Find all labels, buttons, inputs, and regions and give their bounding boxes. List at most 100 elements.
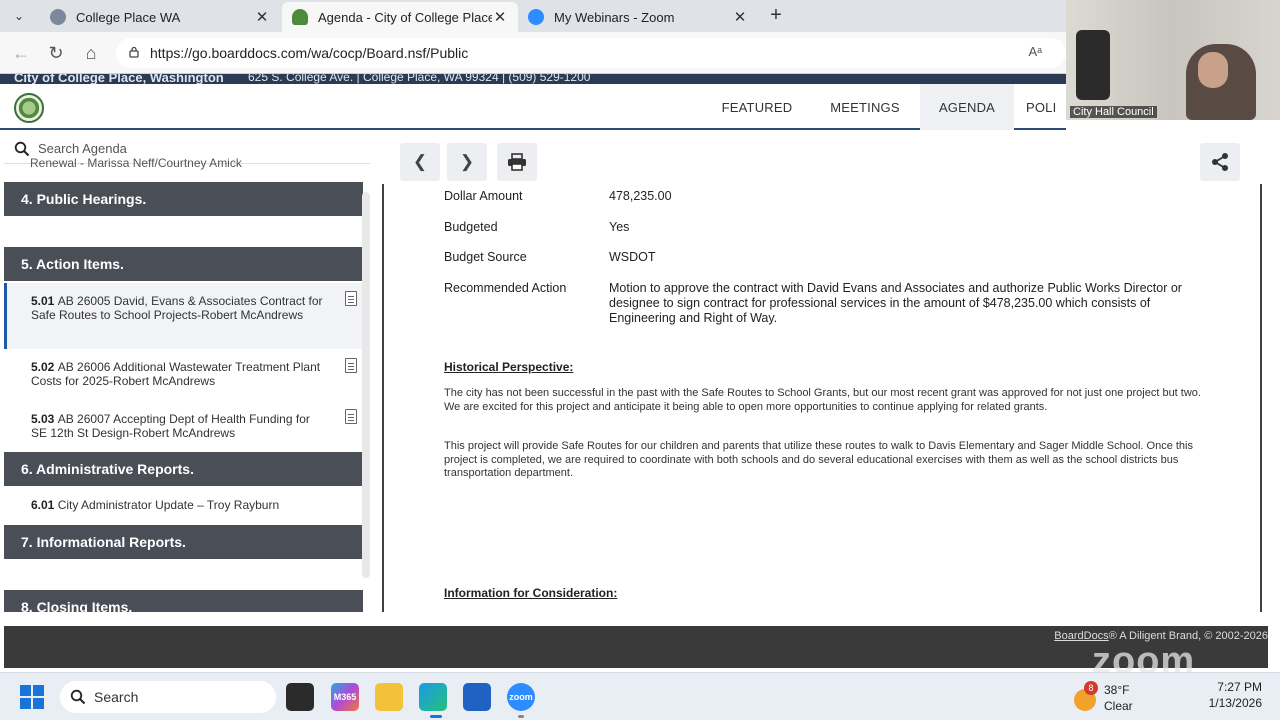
lock-icon [129,46,139,58]
section-action-items[interactable]: 5. Action Items. [4,247,363,281]
section-informational-reports[interactable]: 7. Informational Reports. [4,525,363,559]
field-label: Budgeted [444,220,498,234]
weather-widget[interactable]: 8 38°F Clear [1070,679,1160,715]
camera-participant-label: City Hall Council [1070,106,1157,118]
section-administrative-reports[interactable]: 6. Administrative Reports. [4,452,363,486]
org-title: City of College Place, Washington [14,74,224,84]
zoom-app-icon[interactable]: zoom [507,683,535,711]
close-icon[interactable]: ✕ [732,8,748,26]
taskbar-search-input[interactable]: Search [60,681,276,713]
share-icon[interactable] [1200,143,1240,181]
url-field[interactable]: https://go.boarddocs.com/wa/cocp/Board.n… [116,38,1066,68]
tree-icon [292,9,308,25]
item-title: City Administrator Update – Troy Rayburn [57,498,280,512]
field-value: 478,235.00 [609,189,672,203]
new-tab-plus-icon[interactable]: + [764,4,788,28]
tab-actions-menu-icon[interactable]: ⌄ [6,4,32,28]
read-aloud-icon[interactable]: Aᵃ [1028,44,1042,59]
tab-college-place[interactable]: College Place WA ✕ [40,2,280,32]
item-title: AB 26006 Additional Wastewater Treatment… [31,360,321,388]
historical-paragraph-1: The city has not been successful in the … [444,387,1201,413]
field-label: Recommended Action [444,281,567,295]
share-glyph [1212,153,1228,171]
document-icon[interactable] [345,358,357,373]
city-seal-logo[interactable] [14,93,44,123]
print-icon[interactable] [497,143,537,181]
close-icon[interactable]: ✕ [254,8,270,26]
field-value: Motion to approve the contract with Davi… [609,281,1182,325]
next-arrow-icon[interactable]: ❯ [447,143,487,181]
clock-time: 7:27 PM [1217,680,1262,694]
site-top-nav: FEATURED MEETINGS AGENDA POLI [0,84,1066,130]
agenda-sidebar: Search Agenda Renewal - Marissa Neff/Cou… [4,132,372,612]
field-value: Yes [609,220,630,234]
information-for-consideration-heading: Information for Consideration: [444,586,618,600]
webcam-video-tile[interactable]: City Hall Council [1066,0,1280,120]
search-icon [14,141,30,156]
tab-agenda[interactable]: Agenda - City of College Place, W ✕ [282,2,518,32]
camera-chair [1076,30,1110,100]
taskbar-search-label: Search [94,689,139,705]
section-public-hearings[interactable]: 4. Public Hearings. [4,182,363,216]
section-closing-items[interactable]: 8. Closing Items. [4,590,363,612]
historical-paragraph-2: This project will provide Safe Routes fo… [444,440,1193,479]
list-item-partial[interactable]: Renewal - Marissa Neff/Courtney Amick [30,156,242,170]
field-label: Budget Source [444,250,527,264]
item-title: AB 26005 David, Evans & Associates Contr… [31,294,323,322]
windows-start-icon[interactable] [20,685,44,709]
active-app-indicator [430,715,442,718]
nav-meetings[interactable]: MEETINGS [820,84,910,130]
tab-label: My Webinars - Zoom [554,9,675,25]
agenda-item-6-01[interactable]: 6.01 City Administrator Update – Troy Ra… [4,490,363,520]
task-view-icon[interactable] [286,683,314,711]
weather-temperature: 38°F [1104,683,1130,697]
zoom-icon [528,9,544,25]
windows-taskbar: Search M365 zoom 8 38°F Clear 7:27 PM 1/… [0,672,1280,720]
document-icon[interactable] [345,291,357,306]
org-header-strip: City of College Place, Washington 625 S.… [0,74,1066,84]
agenda-item-5-03[interactable]: 5.03 AB 26007 Accepting Dept of Health F… [4,406,363,450]
url-text: https://go.boarddocs.com/wa/cocp/Board.n… [150,45,469,61]
page-footer: BoardDocs® A Diligent Brand, © 2002-2026 [4,626,1268,648]
nav-agenda[interactable]: AGENDA [920,84,1014,130]
agenda-item-detail: Dollar Amount 478,235.00 Budgeted Yes Bu… [382,184,1262,612]
zoom-app-label: zoom [509,692,533,702]
home-icon[interactable]: ⌂ [80,42,102,64]
nav-featured[interactable]: FEATURED [714,84,800,130]
nav-policies[interactable]: POLI [1026,84,1066,130]
weather-condition: Clear [1104,699,1133,713]
edge-browser-icon[interactable] [419,683,447,711]
search-icon [70,689,86,705]
file-explorer-icon[interactable] [375,683,403,711]
close-icon[interactable]: ✕ [492,8,508,26]
agenda-item-5-02[interactable]: 5.02 AB 26006 Additional Wastewater Trea… [4,354,363,398]
globe-icon [50,9,66,25]
tab-label: College Place WA [76,9,181,25]
running-app-indicator [518,715,524,718]
item-title: AB 26007 Accepting Dept of Health Fundin… [31,412,310,440]
item-number: 5.02 [31,360,58,374]
printer-glyph [508,153,526,171]
system-clock[interactable]: 7:27 PM 1/13/2026 [1209,679,1262,711]
org-address: 625 S. College Ave. | College Place, WA … [248,74,591,84]
clock-date: 1/13/2026 [1208,696,1262,710]
tab-zoom-webinars[interactable]: My Webinars - Zoom ✕ [518,2,758,32]
agenda-item-5-01[interactable]: 5.01 AB 26005 David, Evans & Associates … [4,283,363,349]
m365-label: M365 [333,692,357,702]
field-label: Dollar Amount [444,189,523,203]
field-value: WSDOT [609,250,656,264]
microsoft-store-icon[interactable] [463,683,491,711]
document-icon[interactable] [345,409,357,424]
notification-badge: 8 [1084,681,1098,695]
sidebar-scrollbar[interactable] [362,192,370,578]
microsoft-365-icon[interactable]: M365 [331,683,359,711]
search-placeholder: Search Agenda [38,141,127,156]
tab-label: Agenda - City of College Place, W [318,9,492,25]
refresh-icon[interactable]: ↻ [45,42,67,64]
previous-arrow-icon[interactable]: ❮ [400,143,440,181]
zoom-share-bar [4,648,1268,668]
historical-perspective-heading: Historical Perspective: [444,360,574,374]
item-number: 6.01 [31,498,58,512]
item-number: 5.01 [31,294,58,308]
back-arrow-icon[interactable]: ← [10,42,32,64]
